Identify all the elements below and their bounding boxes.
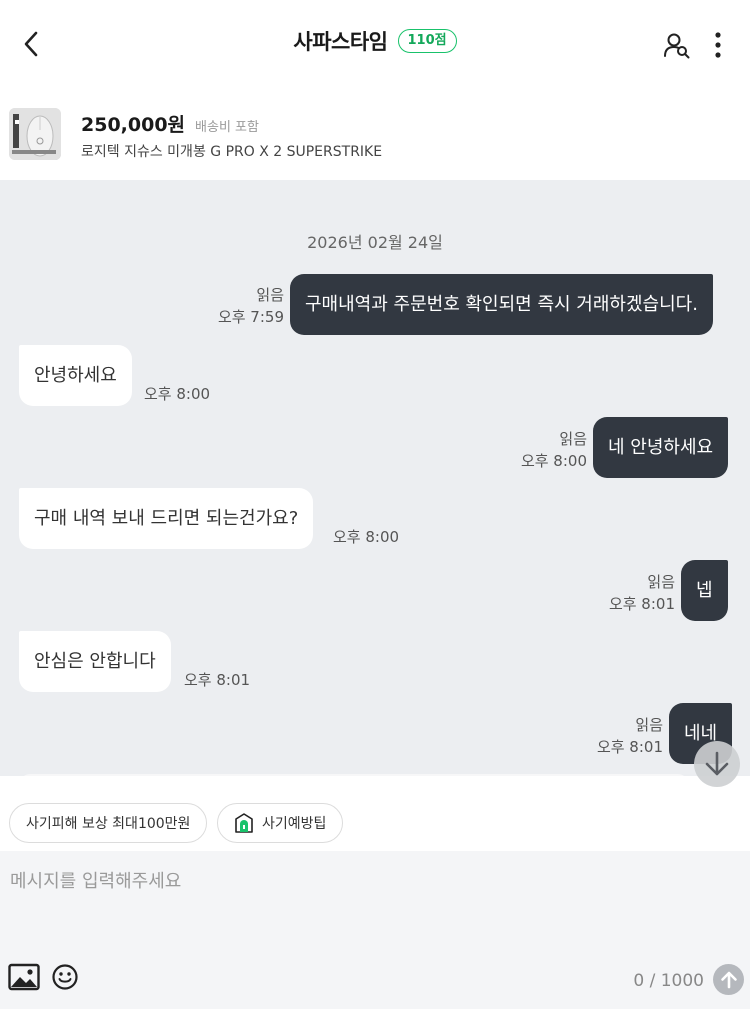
mouse-product-image bbox=[9, 108, 61, 160]
emoji-icon bbox=[52, 964, 78, 990]
safety-chips: 사기피해 보상 최대100만원 사기예방팁 bbox=[0, 795, 750, 851]
my-message-bubble[interactable]: 네 안녕하세요 bbox=[593, 417, 729, 478]
message-input[interactable] bbox=[10, 867, 730, 957]
user-search-icon bbox=[664, 33, 690, 59]
fraud-compensation-chip[interactable]: 사기피해 보상 최대100만원 bbox=[9, 803, 208, 843]
read-status: 읽음 bbox=[559, 430, 587, 448]
product-summary[interactable]: 250,000원 배송비 포함 로지텍 지슈스 미개봉 G PRO X 2 SU… bbox=[0, 90, 750, 180]
message-time: 오후 8:01 bbox=[608, 595, 675, 613]
more-vertical-icon bbox=[715, 32, 721, 58]
product-price: 250,000원 bbox=[81, 114, 186, 136]
product-thumbnail[interactable] bbox=[9, 108, 61, 160]
other-message-bubble[interactable]: 안녕하세요 bbox=[19, 345, 132, 406]
date-divider: 2026년 02월 24일 bbox=[307, 233, 443, 252]
message-meta: 읽음 오후 8:01 bbox=[609, 571, 675, 615]
message-meta: 읽음 오후 8:00 bbox=[521, 428, 587, 472]
shipping-info: 배송비 포함 bbox=[195, 120, 259, 135]
other-message-bubble[interactable]: 구매 내역 보내 드리면 되는건가요? bbox=[19, 488, 314, 549]
message-composer: 0 / 1000 bbox=[0, 851, 750, 1009]
profile-search-button[interactable] bbox=[660, 28, 694, 62]
arrow-down-icon bbox=[705, 751, 729, 776]
page-title: 사파스타임 bbox=[293, 30, 388, 54]
read-status: 읽음 bbox=[635, 716, 663, 734]
chat-header: 사파스타임 110점 bbox=[0, 0, 750, 90]
other-message-bubble[interactable]: 안심은 안합니다 bbox=[19, 631, 171, 692]
read-status: 읽음 bbox=[647, 573, 675, 591]
title-group: 사파스타임 110점 bbox=[0, 26, 750, 56]
shield-house-icon bbox=[235, 813, 253, 833]
partial-message-card bbox=[20, 774, 688, 776]
message-time: 오후 7:59 bbox=[217, 308, 284, 326]
chip-label: 사기피해 보상 최대100만원 bbox=[26, 816, 191, 832]
send-button[interactable] bbox=[713, 964, 744, 995]
attach-image-button[interactable] bbox=[8, 963, 42, 993]
my-message-bubble[interactable]: 넵 bbox=[681, 560, 728, 621]
image-icon bbox=[8, 963, 40, 991]
message-time: 오후 8:00 bbox=[144, 385, 211, 403]
message-time: 오후 8:01 bbox=[184, 671, 251, 689]
scroll-to-bottom-button[interactable] bbox=[694, 741, 740, 787]
message-time: 오후 8:00 bbox=[520, 452, 587, 470]
chip-label: 사기예방팁 bbox=[262, 816, 327, 832]
message-time: 오후 8:01 bbox=[596, 738, 663, 756]
fraud-prevention-chip[interactable]: 사기예방팁 bbox=[217, 803, 344, 843]
message-meta: 읽음 오후 7:59 bbox=[218, 284, 284, 328]
price-row: 250,000원 배송비 포함 bbox=[81, 110, 259, 137]
my-message-bubble[interactable]: 구매내역과 주문번호 확인되면 즉시 거래하겠습니다. bbox=[290, 274, 713, 335]
arrow-up-icon bbox=[720, 971, 737, 988]
emoji-button[interactable] bbox=[51, 963, 79, 993]
message-time: 오후 8:00 bbox=[333, 528, 400, 546]
read-status: 읽음 bbox=[256, 286, 284, 304]
chat-messages[interactable]: 2026년 02월 24일 읽음 오후 7:59 구매내역과 주문번호 확인되면… bbox=[0, 180, 750, 776]
more-button[interactable] bbox=[704, 28, 732, 62]
character-counter: 0 / 1000 bbox=[633, 971, 704, 991]
message-meta: 읽음 오후 8:01 bbox=[597, 714, 663, 758]
product-name: 로지텍 지슈스 미개봉 G PRO X 2 SUPERSTRIKE bbox=[81, 144, 383, 160]
score-badge: 110점 bbox=[397, 29, 457, 53]
